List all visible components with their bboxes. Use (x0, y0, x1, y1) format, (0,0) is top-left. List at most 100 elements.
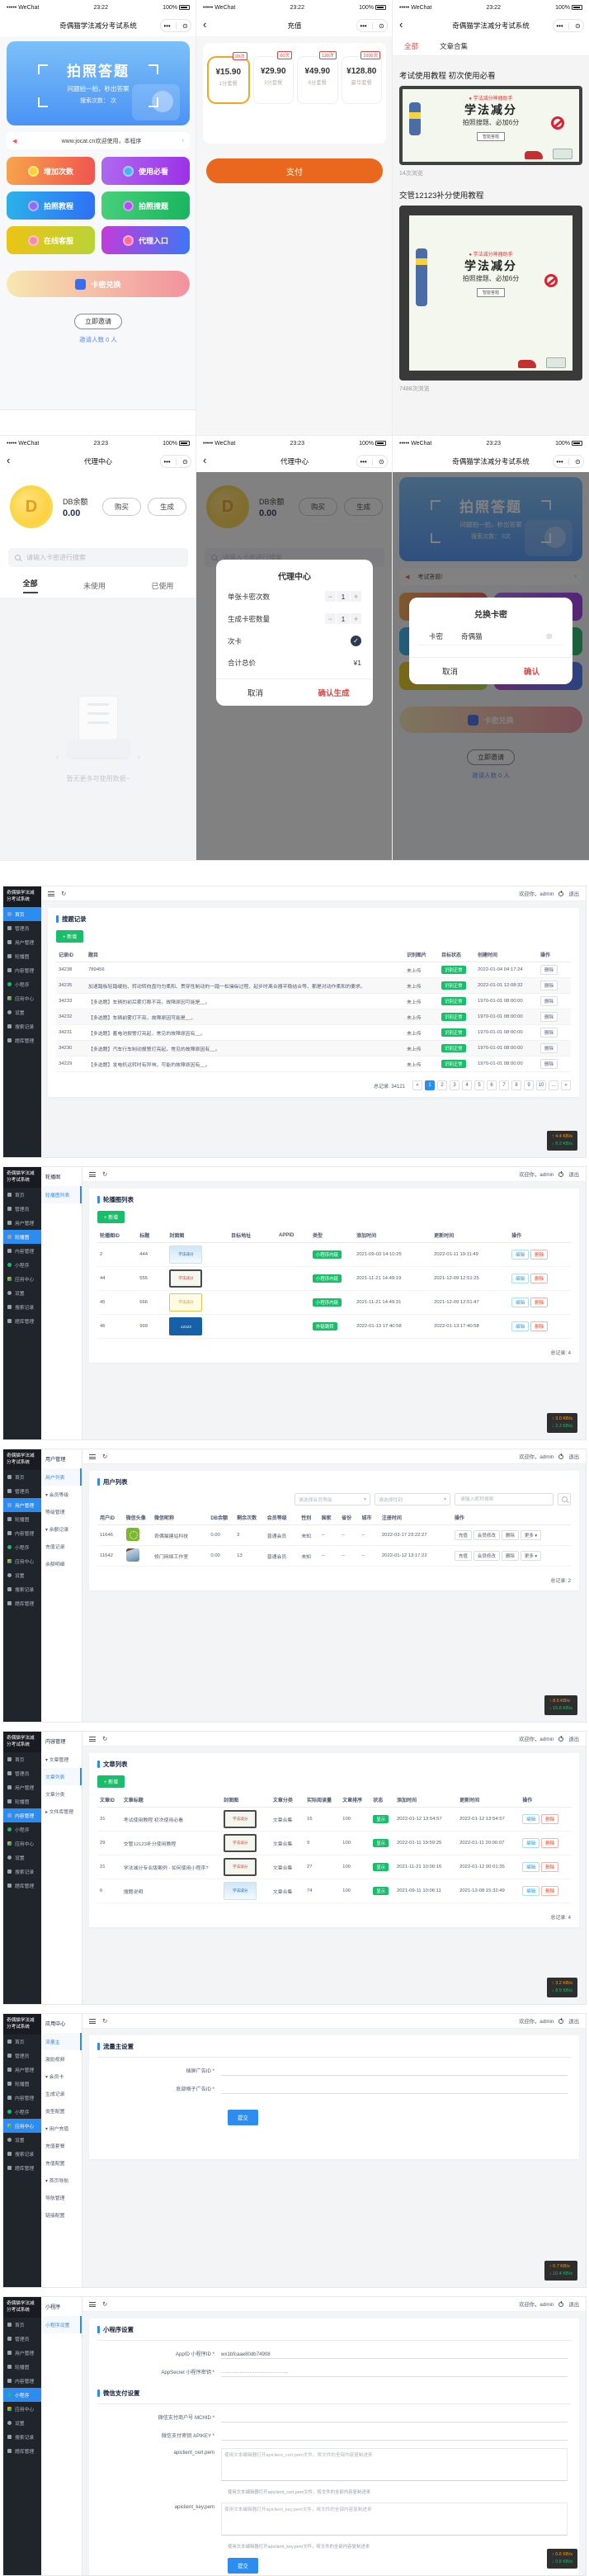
delete-button[interactable]: 删除 (530, 1321, 548, 1331)
generate-button[interactable]: 生成 (148, 498, 186, 516)
clear-icon[interactable]: ⊗ (546, 632, 553, 641)
sidebar-item[interactable]: 首页 (3, 1470, 41, 1484)
logout-button[interactable]: 退出 (568, 2017, 579, 2025)
logout-button[interactable]: 退出 (568, 890, 579, 897)
page-button[interactable]: 10 (536, 1080, 546, 1090)
edit-button[interactable]: 编辑 (522, 1838, 540, 1848)
sidebar-item[interactable]: 应用中心 (3, 1272, 41, 1286)
add-button[interactable]: + 新增 (97, 1775, 125, 1788)
home-tile[interactable]: 使用必看 (101, 157, 190, 185)
notice-bar[interactable]: ◀ www.jocat.cn欢迎使用，本程序 › (7, 132, 190, 149)
delete-button[interactable]: 删除 (502, 1530, 519, 1540)
power-icon[interactable] (558, 1454, 563, 1459)
sidebar-item[interactable]: 搜索记录 (3, 1582, 41, 1596)
more-icon[interactable]: ••• (360, 22, 366, 30)
back-icon[interactable]: ‹ (399, 18, 403, 31)
sidebar-item[interactable]: 搜索记录 (3, 2147, 41, 2161)
sidebar-item[interactable]: 小程序 (3, 977, 41, 991)
appsecret-input[interactable]: ········································ (221, 2366, 568, 2377)
submenu-item[interactable]: 类型配置 (41, 2102, 82, 2120)
member-edit-button[interactable]: 会员修改 (474, 1551, 500, 1561)
submenu-item[interactable]: 充值配置 (41, 2154, 82, 2172)
more-button[interactable]: 更多 ▾ (521, 1551, 541, 1561)
sidebar-item[interactable]: 小程序 (3, 1822, 41, 1836)
submenu-item[interactable]: ▾ 首页导航 (41, 2172, 82, 2189)
sidebar-item[interactable]: 小程序 (3, 1258, 41, 1272)
sidebar-item[interactable]: 轮播图 (3, 949, 41, 963)
delete-button[interactable]: 删除 (540, 1012, 558, 1022)
sidebar-item[interactable]: 管理员 (3, 921, 41, 935)
sidebar-item[interactable]: 轮播图 (3, 2360, 41, 2374)
menu-toggle-icon[interactable] (89, 1737, 96, 1742)
nickname-search[interactable] (455, 1493, 554, 1505)
tab[interactable]: 全部 (404, 41, 418, 51)
wechat-capsule[interactable]: •••⊙ (356, 455, 388, 468)
recharge-button[interactable]: 充值 (455, 1530, 472, 1540)
target-icon[interactable]: ⊙ (575, 458, 581, 466)
sidebar-item[interactable]: 题库管理 (3, 1033, 41, 1047)
sidebar-item[interactable]: 设置 (3, 1850, 41, 1865)
delete-button[interactable]: 删除 (530, 1297, 548, 1307)
submenu-item[interactable]: 充值套餐 (41, 2137, 82, 2154)
refresh-icon[interactable]: ↻ (102, 1170, 107, 1178)
sidebar-item[interactable]: 题库管理 (3, 2161, 41, 2175)
sidebar-item[interactable]: 轮播图 (3, 1794, 41, 1808)
submenu-item[interactable]: ▸ 文件库管理 (41, 1803, 82, 1820)
wechat-capsule[interactable]: •••⊙ (160, 455, 191, 468)
sidebar-item[interactable]: 首页 (3, 1752, 41, 1766)
power-icon[interactable] (558, 1172, 563, 1177)
edit-button[interactable]: 编辑 (511, 1297, 529, 1307)
logout-button[interactable]: 退出 (568, 1735, 579, 1742)
level-select[interactable]: 请选择会员等级▾ (294, 1493, 370, 1505)
menu-toggle-icon[interactable] (89, 2302, 96, 2307)
interstitial-ad-id-input[interactable] (221, 2065, 568, 2076)
price-plan[interactable]: 120次 ¥49.90 6分套餐 (297, 56, 338, 104)
invite-button[interactable]: 立即邀请 (74, 314, 122, 329)
buy-button[interactable]: 购买 (102, 498, 141, 516)
back-icon[interactable]: ‹ (7, 454, 10, 466)
sidebar-item[interactable]: 内容管理 (3, 963, 41, 977)
submenu-item[interactable]: ▾ 用户充值 (41, 2120, 82, 2137)
cert-pem-textarea[interactable] (221, 2448, 568, 2481)
menu-toggle-icon[interactable] (89, 1172, 96, 1177)
page-button[interactable]: 9 (524, 1080, 534, 1090)
more-icon[interactable]: ••• (163, 22, 170, 30)
delete-button[interactable]: 删除 (540, 1043, 558, 1053)
tab[interactable]: 未使用 (83, 580, 106, 591)
apikey-input[interactable] (221, 2430, 568, 2441)
search-button[interactable] (558, 1493, 571, 1505)
submenu-item[interactable]: 链接配置 (41, 2206, 82, 2224)
sidebar-item[interactable]: 应用中心 (3, 2119, 41, 2133)
sidebar-item[interactable]: 用户管理 (3, 1216, 41, 1230)
edit-button[interactable]: 编辑 (522, 1886, 540, 1896)
page-button[interactable]: » (561, 1080, 571, 1090)
price-plan[interactable]: 1000次 ¥128.80 豪华套餐 (342, 56, 383, 104)
submit-button[interactable]: 提交 (228, 2558, 258, 2574)
delete-button[interactable]: 删除 (502, 1551, 519, 1561)
plus-stepper[interactable]: + (351, 613, 361, 624)
sidebar-item[interactable]: 内容管理 (3, 1808, 41, 1822)
sidebar-item[interactable]: 设置 (3, 1568, 41, 1582)
refresh-icon[interactable]: ↻ (102, 2017, 107, 2025)
tab[interactable]: 已使用 (151, 580, 173, 591)
power-icon[interactable] (558, 2019, 563, 2024)
card-key-input[interactable]: 奇偶猫 (461, 631, 483, 641)
member-edit-button[interactable]: 会员修改 (474, 1530, 500, 1540)
sidebar-item[interactable]: 内容管理 (3, 1244, 41, 1258)
redeem-bar[interactable]: 卡密兑换 (7, 271, 190, 297)
sidebar-item[interactable]: 首页 (3, 907, 41, 921)
sidebar-item[interactable]: 小程序 (3, 2105, 41, 2119)
add-button[interactable]: + 新增 (97, 1211, 125, 1223)
refresh-icon[interactable]: ↻ (102, 2300, 107, 2308)
menu-toggle-icon[interactable] (48, 891, 54, 896)
sidebar-item[interactable]: 内容管理 (3, 2374, 41, 2388)
submenu-item[interactable]: 生成记录 (41, 2085, 82, 2102)
target-icon[interactable]: ⊙ (379, 22, 384, 30)
photo-answer-card[interactable]: 拍照答题 问题拍一拍，秒出答案 搜索次数： 次 (7, 41, 190, 125)
sidebar-item[interactable]: 设置 (3, 2133, 41, 2147)
price-plan[interactable]: 20次 ¥15.90 1分套餐 (207, 56, 250, 104)
delete-button[interactable]: 删除 (540, 1028, 558, 1037)
submenu-item[interactable]: ▾ 会员等级 (41, 1486, 82, 1503)
page-button[interactable]: 8 (511, 1080, 521, 1090)
sidebar-item[interactable]: 小程序 (3, 2388, 41, 2402)
